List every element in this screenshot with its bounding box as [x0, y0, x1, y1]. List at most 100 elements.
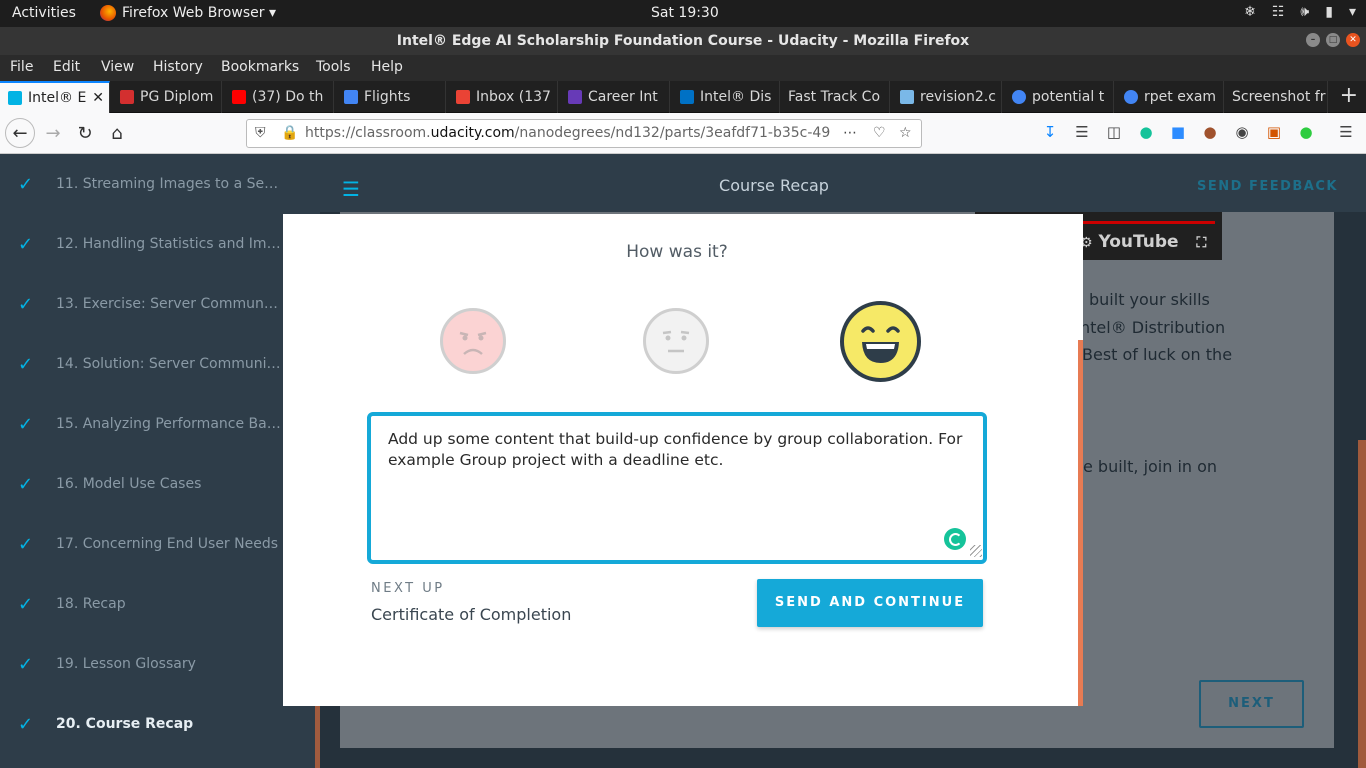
tab-pg-diploma[interactable]: PG Diplom	[112, 81, 222, 113]
page-actions-icon[interactable]: ⋯	[843, 120, 857, 147]
menu-help[interactable]: Help	[371, 59, 403, 75]
tab-potential[interactable]: potential t	[1004, 81, 1114, 113]
next-button[interactable]: NEXT	[1199, 680, 1304, 728]
check-icon: ✓	[18, 294, 34, 315]
menu-tools[interactable]: Tools	[316, 59, 351, 75]
youtube-logo[interactable]: ⚙ YouTube ⛶	[1080, 232, 1206, 252]
extension-icon[interactable]: ▣	[1264, 122, 1284, 142]
sidebar-item-19[interactable]: ✓ 19. Lesson Glossary	[0, 646, 320, 686]
extension-green-icon[interactable]: ●	[1296, 122, 1316, 142]
maximize-button[interactable]: □	[1326, 33, 1340, 47]
tab-youtube[interactable]: (37) Do th	[224, 81, 334, 113]
udacity-icon	[8, 91, 22, 105]
volume-icon[interactable]: 🕪	[1300, 4, 1309, 20]
close-window-button[interactable]: ✕	[1346, 33, 1360, 47]
body-text: e built, join in on	[1083, 457, 1218, 476]
youtube-icon	[232, 90, 246, 104]
hamburger-menu-icon[interactable]: ☰	[1336, 122, 1356, 142]
tab-label: Screenshot fr	[1232, 89, 1326, 105]
url-text[interactable]: https://classroom.udacity.com/nanodegree…	[305, 120, 835, 147]
resize-handle-icon[interactable]	[970, 545, 982, 557]
tab-revision[interactable]: revision2.c	[892, 81, 1002, 113]
tab-career[interactable]: Career Int	[560, 81, 670, 113]
send-feedback-link[interactable]: SEND FEEDBACK	[1197, 179, 1338, 194]
menu-file[interactable]: File	[10, 59, 33, 75]
send-and-continue-button[interactable]: SEND AND CONTINUE	[757, 579, 983, 627]
menu-history[interactable]: History	[153, 59, 203, 75]
minimize-button[interactable]: –	[1306, 33, 1320, 47]
pocket-icon[interactable]: ♡	[873, 120, 886, 147]
tab-label: Inbox (137	[476, 89, 551, 105]
sidebar-item-15[interactable]: ✓ 15. Analyzing Performance Basics	[0, 406, 320, 446]
feedback-textarea[interactable]: Add up some content that build-up confid…	[367, 412, 987, 564]
body-text: Best of luck on the	[1082, 345, 1233, 364]
menu-view[interactable]: View	[101, 59, 134, 75]
sidebar-item-18[interactable]: ✓ 18. Recap	[0, 586, 320, 626]
tab-label: PG Diplom	[140, 89, 214, 105]
tab-intel-distribution[interactable]: Intel® Dis	[672, 81, 780, 113]
sidebar-item-label: 16. Model Use Cases	[56, 476, 202, 492]
downloads-icon[interactable]: ↧	[1040, 122, 1060, 142]
battery-icon[interactable]: ▮	[1325, 4, 1333, 20]
tab-rpet-exam[interactable]: rpet exam	[1116, 81, 1224, 113]
check-icon: ✓	[18, 654, 34, 675]
cookie-icon[interactable]: ●	[1200, 122, 1220, 142]
scrollbar-thumb[interactable]	[1358, 440, 1366, 768]
tab-label: Flights	[364, 89, 411, 105]
app-menu[interactable]: Firefox Web Browser ▾	[100, 5, 276, 21]
next-up-label: NEXT UP	[371, 581, 445, 596]
lock-icon[interactable]: 🔒	[281, 120, 298, 147]
gmail-icon	[456, 90, 470, 104]
sidebar-item-12[interactable]: ✓ 12. Handling Statistics and Images	[0, 226, 320, 266]
bookmark-star-icon[interactable]: ☆	[899, 120, 912, 147]
sidebar-item-14[interactable]: ✓ 14. Solution: Server Communication	[0, 346, 320, 386]
check-icon: ✓	[18, 534, 34, 555]
account-icon[interactable]: ◉	[1232, 122, 1252, 142]
grammarly-icon[interactable]: ●	[1136, 122, 1156, 142]
library-icon[interactable]: ☰	[1072, 122, 1092, 142]
activities-button[interactable]: Activities	[12, 5, 76, 21]
sidebar-item-16[interactable]: ✓ 16. Model Use Cases	[0, 466, 320, 506]
sidebar-item-label: 17. Concerning End User Needs	[56, 536, 279, 552]
sidebar-item-17[interactable]: ✓ 17. Concerning End User Needs	[0, 526, 320, 566]
power-menu-icon[interactable]: ▾	[1349, 4, 1356, 20]
happy-face-icon[interactable]	[840, 301, 921, 382]
reload-icon[interactable]: ↻	[70, 119, 100, 149]
tab-label: Career Int	[588, 89, 658, 105]
network-icon[interactable]: ☷	[1272, 4, 1285, 20]
menu-edit[interactable]: Edit	[53, 59, 80, 75]
tab-flights[interactable]: Flights	[336, 81, 446, 113]
menu-bookmarks[interactable]: Bookmarks	[221, 59, 299, 75]
clock[interactable]: Sat 19:30	[651, 5, 719, 21]
system-tray[interactable]: ❄ ☷ 🕪 ▮ ▾	[1244, 4, 1356, 20]
close-tab-icon[interactable]: ✕	[92, 90, 104, 106]
tracking-protection-icon[interactable]: ⛨	[255, 120, 266, 147]
grammarly-icon[interactable]	[944, 528, 966, 550]
back-icon[interactable]: ←	[5, 118, 35, 148]
forward-icon[interactable]: →	[38, 119, 68, 149]
sidebar-item-20[interactable]: ✓ 20. Course Recap	[0, 706, 320, 746]
home-icon[interactable]: ⌂	[102, 119, 132, 149]
next-up-item: Certificate of Completion	[371, 605, 572, 624]
tab-screenshot[interactable]: Screenshot fr	[1224, 81, 1328, 113]
zoom-icon[interactable]: ■	[1168, 122, 1188, 142]
sidebar-item-13[interactable]: ✓ 13. Exercise: Server Communication	[0, 286, 320, 326]
accessibility-icon[interactable]: ❄	[1244, 4, 1256, 20]
rating-question: How was it?	[626, 242, 728, 262]
tab-udacity[interactable]: Intel® E ✕	[0, 81, 110, 113]
tab-fast-track[interactable]: Fast Track Co	[780, 81, 890, 113]
new-tab-icon[interactable]: +	[1340, 83, 1358, 108]
tab-inbox[interactable]: Inbox (137	[448, 81, 558, 113]
sidebar-icon[interactable]: ◫	[1104, 122, 1124, 142]
sad-face-icon[interactable]	[440, 308, 506, 374]
happy-face-drawing	[861, 326, 900, 363]
body-text: built your skills	[1089, 290, 1210, 309]
flights-icon	[344, 90, 358, 104]
neutral-face-drawing	[662, 330, 690, 353]
tab-label: (37) Do th	[252, 89, 324, 105]
system-top-bar: Activities Firefox Web Browser ▾ Sat 19:…	[0, 0, 1366, 27]
sidebar-item-label: 14. Solution: Server Communication	[56, 356, 281, 372]
address-bar[interactable]: ⛨ 🔒 https://classroom.udacity.com/nanode…	[246, 119, 922, 148]
neutral-face-icon[interactable]	[643, 308, 709, 374]
fullscreen-icon[interactable]: ⛶	[1196, 235, 1206, 251]
